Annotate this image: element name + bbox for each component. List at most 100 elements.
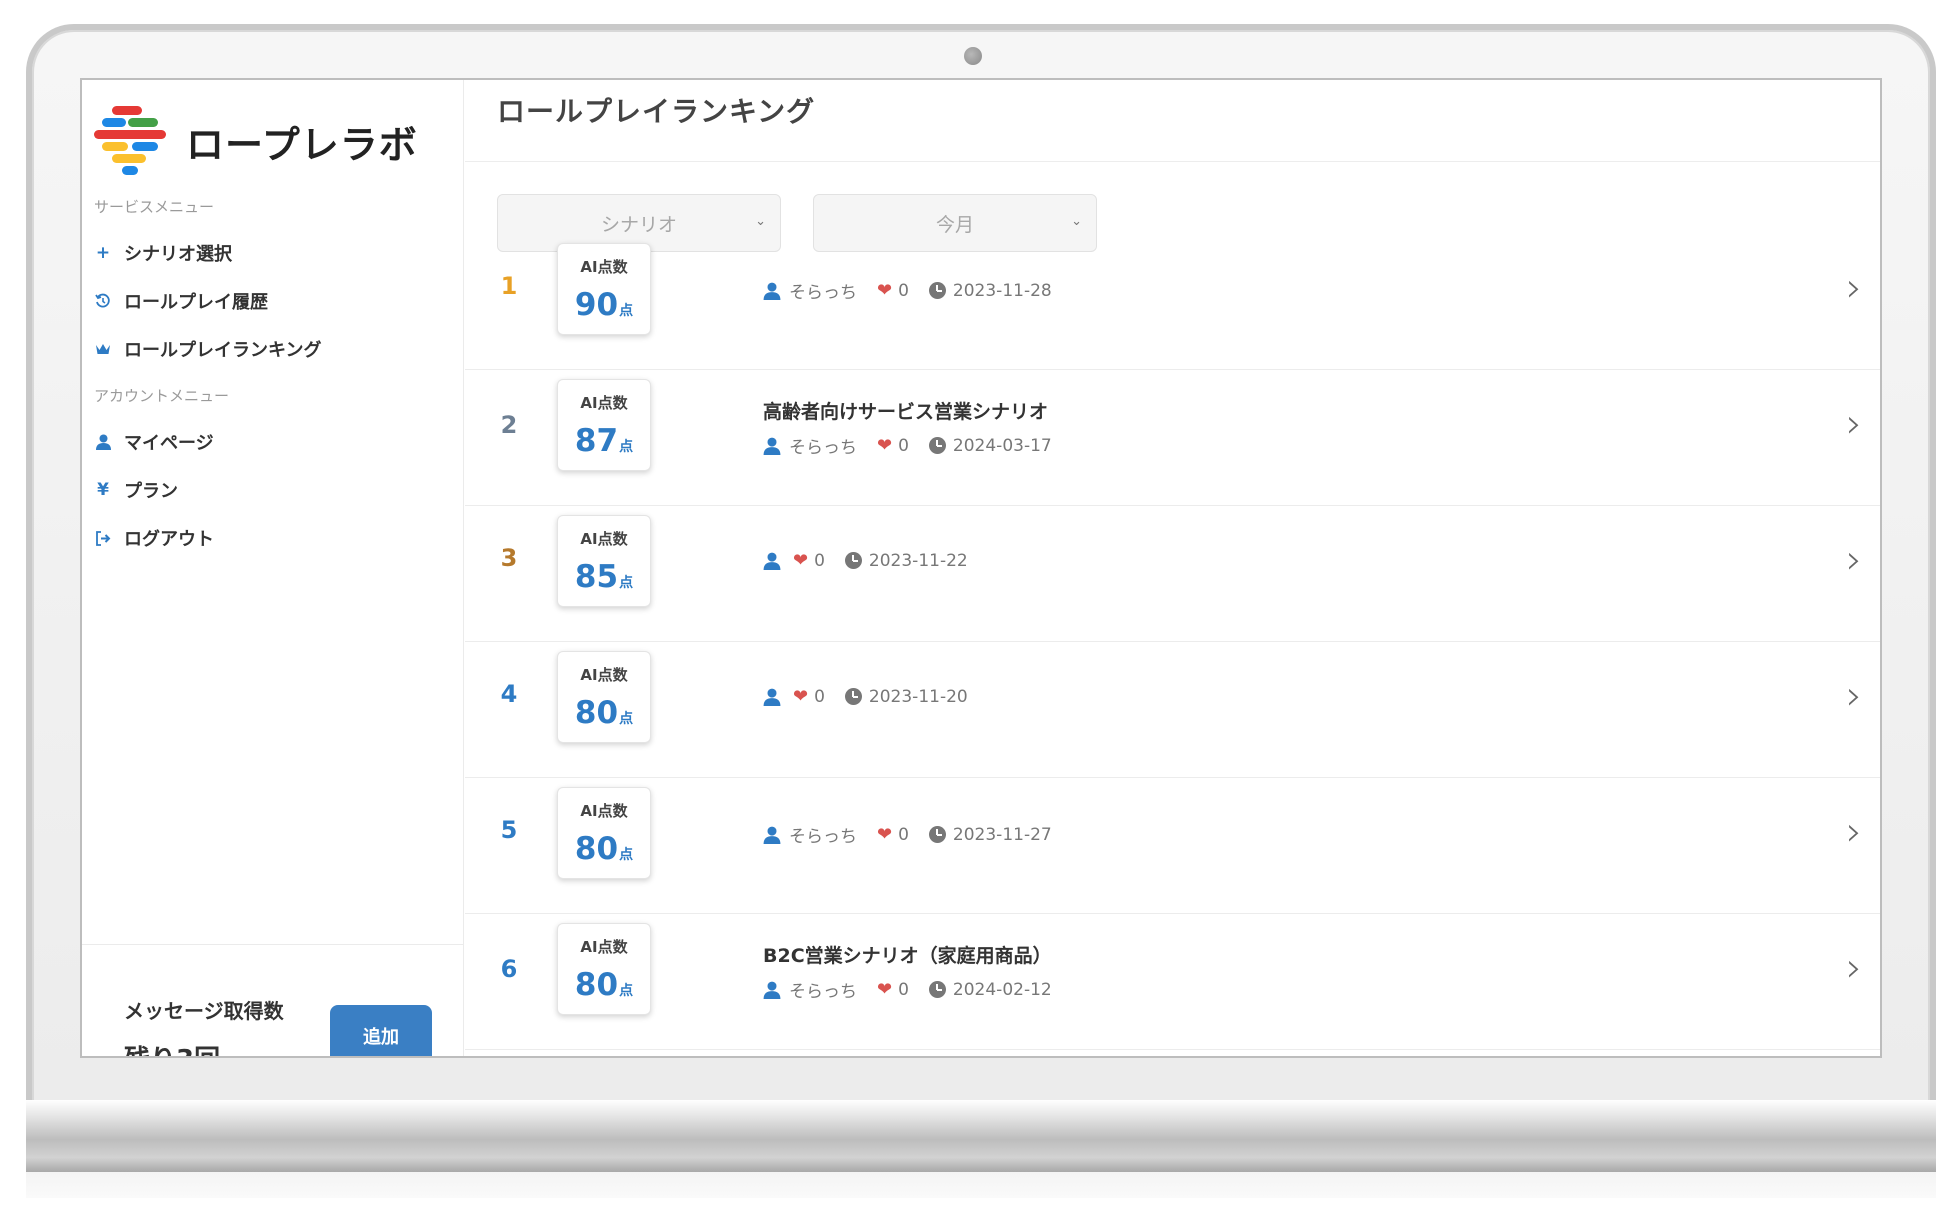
chevron-right-icon[interactable]: › [1846, 673, 1862, 719]
score-value: 80 [574, 831, 619, 867]
logo-mark-icon [94, 106, 166, 176]
username: そらっち [789, 438, 857, 458]
ranking-row[interactable]: 4 AI点数 80点 ❤ 0 2023-11-20 › [465, 643, 1880, 778]
clock-icon [844, 552, 862, 569]
score-label: AI点数 [580, 394, 628, 412]
user-icon [763, 981, 781, 999]
heart-icon[interactable]: ❤ [877, 435, 892, 456]
scenario-title: 高齢者向けサービス営業シナリオ [763, 401, 1049, 423]
app-logo[interactable]: ロープレラボ [94, 106, 418, 176]
score-label: AI点数 [580, 666, 628, 684]
divider [465, 161, 1880, 162]
score-unit: 点 [619, 983, 634, 999]
rank-number: 5 [500, 816, 518, 844]
roleplay-date: 2024-02-12 [952, 979, 1052, 1000]
like-count: 0 [814, 550, 825, 571]
screen: ロープレラボ サービスメニュー + シナリオ選択 ロールプレイ履歴 ロールプレイ… [80, 78, 1882, 1058]
score-label: AI点数 [580, 258, 628, 276]
user-icon [763, 688, 781, 706]
sidebar-item-label: シナリオ選択 [124, 244, 232, 265]
history-icon [94, 292, 112, 310]
heart-icon[interactable]: ❤ [877, 280, 892, 301]
scenario-title: B2C営業シナリオ（家庭用商品） [763, 945, 1052, 967]
sidebar-item-plan[interactable]: ¥ プラン [94, 477, 178, 503]
clock-icon [928, 282, 946, 299]
ranking-row[interactable]: 2 AI点数 87点 高齢者向けサービス営業シナリオ そらっち ❤ 0 2024… [465, 371, 1880, 506]
row-meta: そらっち ❤ 0 2023-11-28 [763, 278, 1052, 303]
add-messages-button[interactable]: 追加 [330, 1005, 432, 1056]
roleplay-date: 2023-11-20 [868, 686, 968, 707]
score-card: AI点数 90点 [557, 243, 651, 335]
chevron-right-icon[interactable]: › [1846, 401, 1862, 447]
score-label: AI点数 [580, 802, 628, 820]
score-unit: 点 [619, 575, 634, 591]
app-name: ロープレラボ [186, 122, 418, 167]
rank-number: 2 [500, 411, 518, 439]
score-unit: 点 [619, 847, 634, 863]
rank-number: 6 [500, 955, 518, 983]
clock-icon [928, 981, 946, 998]
message-quota-panel: メッセージ取得数 残り3回 追加 [82, 944, 464, 1056]
heart-icon[interactable]: ❤ [793, 550, 808, 571]
heart-icon[interactable]: ❤ [877, 979, 892, 1000]
heart-icon[interactable]: ❤ [877, 824, 892, 845]
sidebar-item-label: ロールプレイランキング [124, 340, 322, 361]
like-count: 0 [898, 280, 909, 301]
user-icon [763, 437, 781, 455]
message-count-label: メッセージ取得数 [124, 999, 284, 1023]
roleplay-date: 2024-03-17 [952, 435, 1052, 456]
score-card: AI点数 80点 [557, 923, 651, 1015]
sidebar-item-label: ログアウト [124, 529, 214, 550]
sidebar-item-scenario-select[interactable]: + シナリオ選択 [94, 240, 232, 266]
user-icon [94, 433, 112, 451]
sidebar-item-roleplay-ranking[interactable]: ロールプレイランキング [94, 336, 321, 362]
username: そらっち [789, 827, 857, 847]
like-count: 0 [898, 435, 909, 456]
sidebar-item-label: プラン [124, 481, 178, 502]
heart-icon[interactable]: ❤ [793, 686, 808, 707]
sidebar-item-roleplay-history[interactable]: ロールプレイ履歴 [94, 288, 268, 314]
ranking-row[interactable]: 5 AI点数 80点 そらっち ❤ 0 2023-11-27 › [465, 779, 1880, 914]
score-card: AI点数 87点 [557, 379, 651, 471]
ranking-row[interactable]: 3 AI点数 85点 ❤ 0 2023-11-22 › [465, 507, 1880, 642]
user-icon [763, 552, 781, 570]
like-count: 0 [898, 979, 909, 1000]
user-icon [763, 826, 781, 844]
score-value: 90 [574, 287, 619, 323]
yen-icon: ¥ [97, 480, 109, 500]
score-label: AI点数 [580, 530, 628, 548]
clock-icon [928, 437, 946, 454]
period-filter-value: 今月 [935, 213, 974, 236]
sidebar-item-logout[interactable]: ログアウト [94, 525, 214, 551]
rank-number: 1 [500, 272, 518, 300]
laptop-foot [26, 1172, 1936, 1198]
chevron-right-icon[interactable]: › [1846, 945, 1862, 991]
ranking-row[interactable]: 1 AI点数 90点 そらっち ❤ 0 2023-11-28 › [465, 235, 1880, 370]
score-unit: 点 [619, 439, 634, 455]
chevron-right-icon[interactable]: › [1846, 809, 1862, 855]
chevron-right-icon[interactable]: › [1846, 537, 1862, 583]
page-title: ロールプレイランキング [497, 95, 816, 128]
service-menu-title: サービスメニュー [94, 198, 215, 216]
row-meta: そらっち ❤ 0 2023-11-27 [763, 822, 1052, 847]
message-remaining: 残り3回 [124, 1039, 220, 1056]
sidebar-item-label: マイページ [124, 433, 214, 454]
sidebar-item-label: ロールプレイ履歴 [124, 292, 268, 313]
score-card: AI点数 80点 [557, 787, 651, 879]
sidebar: ロープレラボ サービスメニュー + シナリオ選択 ロールプレイ履歴 ロールプレイ… [82, 80, 464, 1056]
like-count: 0 [898, 824, 909, 845]
ranking-row[interactable]: 6 AI点数 80点 B2C営業シナリオ（家庭用商品） そらっち ❤ 0 202… [465, 915, 1880, 1050]
username: そらっち [789, 982, 857, 1002]
chevron-right-icon[interactable]: › [1846, 265, 1862, 311]
scenario-filter-value: シナリオ [600, 213, 677, 236]
row-meta: ❤ 0 2023-11-20 [763, 686, 968, 707]
clock-icon [844, 688, 862, 705]
plus-icon: + [95, 243, 111, 263]
row-meta: ❤ 0 2023-11-22 [763, 550, 968, 571]
score-card: AI点数 85点 [557, 515, 651, 607]
chevron-down-icon: ⌄ [1071, 214, 1082, 229]
sidebar-item-mypage[interactable]: マイページ [94, 429, 214, 455]
score-value: 85 [574, 559, 619, 595]
main-content: ロールプレイランキング シナリオ ⌄ 今月 ⌄ 1 AI点数 90点 そらっち … [465, 80, 1880, 1056]
rank-number: 4 [500, 680, 518, 708]
